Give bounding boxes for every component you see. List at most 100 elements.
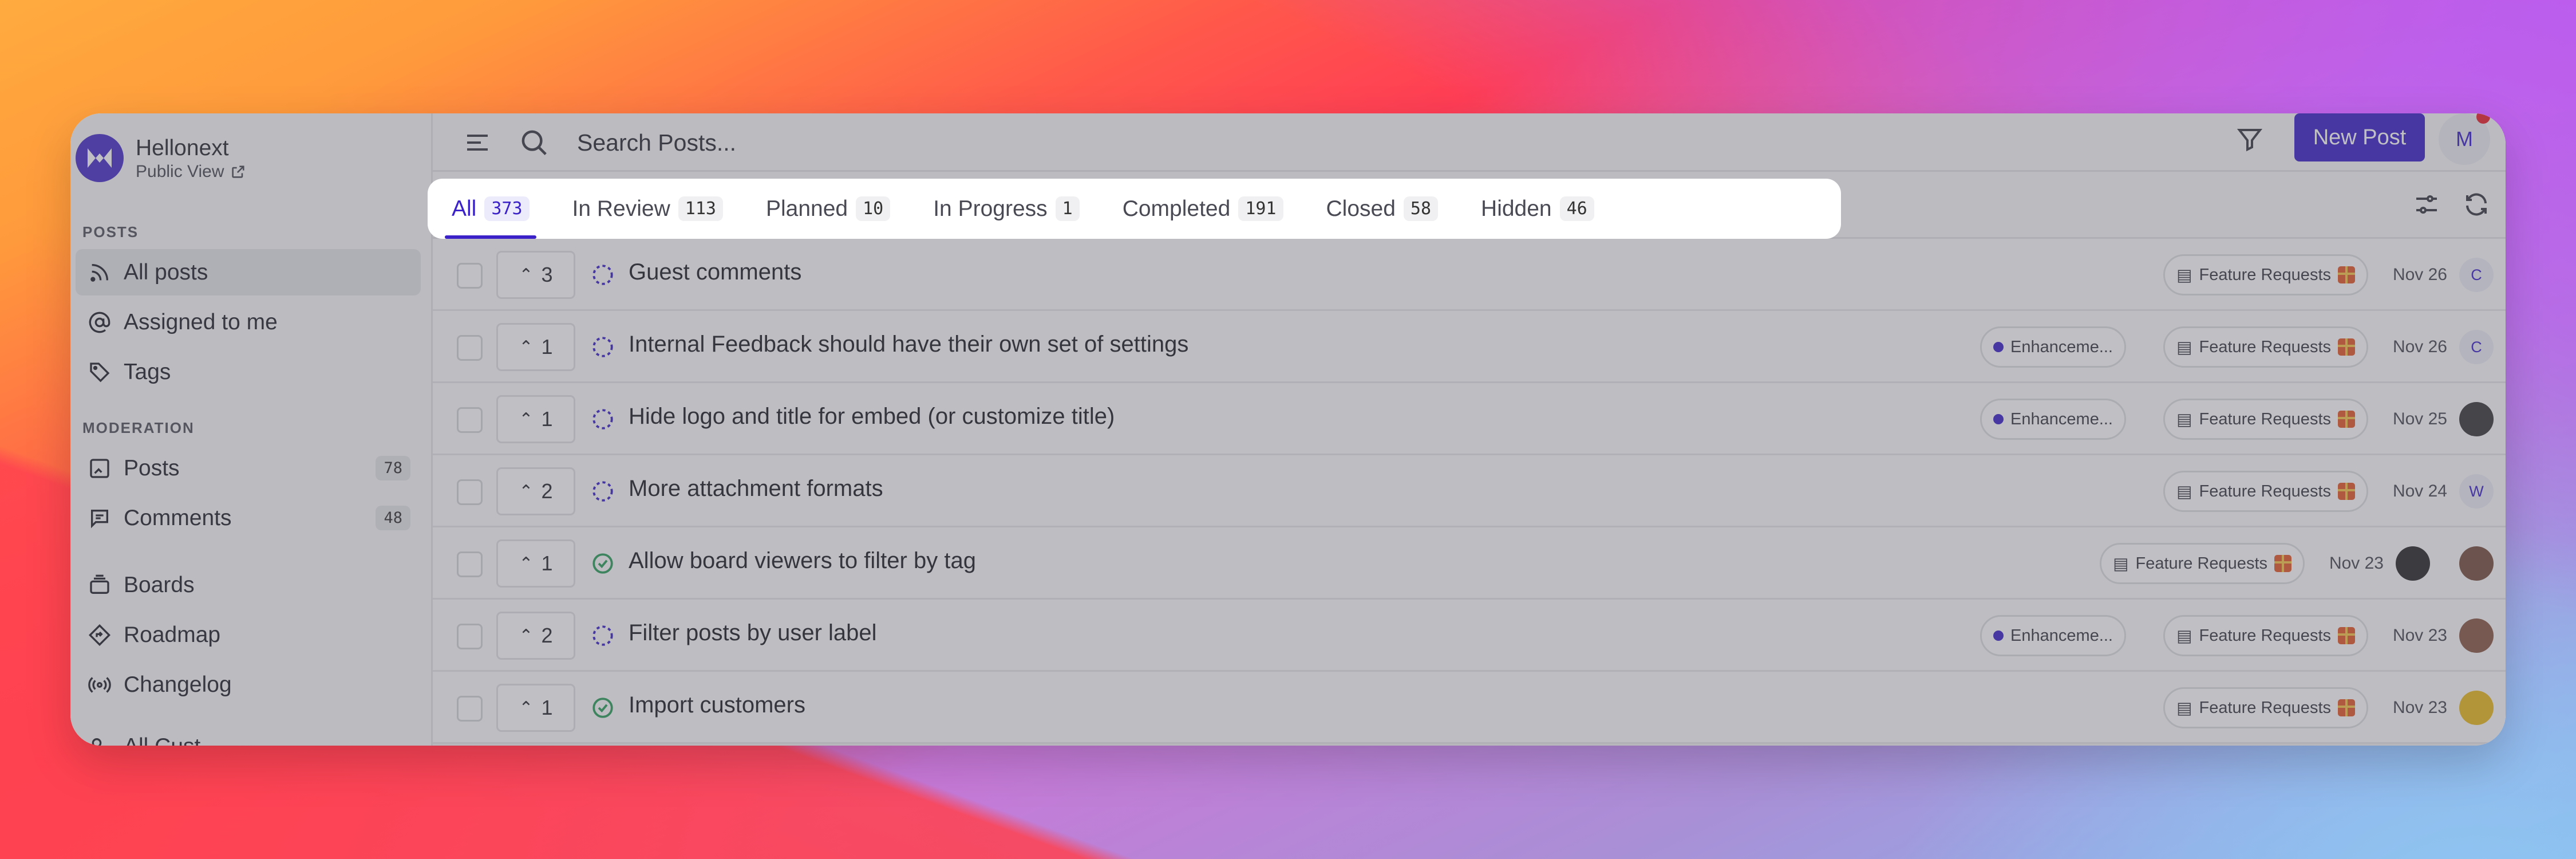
status-tabs: All 373 In Review 113 Planned 10 In Progres…	[428, 179, 1841, 239]
sidebar-item-boards[interactable]: Boards	[76, 562, 421, 608]
board-badge[interactable]: ▤ Feature Requests	[2163, 471, 2368, 512]
new-post-button[interactable]: New Post	[2294, 113, 2425, 161]
post-title[interactable]: More attachment formats	[629, 476, 883, 502]
count-badge: 78	[376, 456, 410, 480]
sidebar-item-moderation-posts[interactable]: Posts 78	[76, 445, 421, 491]
tab-in-review[interactable]: In Review 113	[572, 179, 723, 239]
sidebar-item-label: All Cust...	[124, 734, 219, 746]
rss-icon	[86, 259, 113, 286]
table-row[interactable]: ⌃ 1 Internal Feedback should have their o…	[433, 311, 2506, 383]
post-title[interactable]: Allow board viewers to filter by tag	[629, 548, 976, 574]
search-input[interactable]	[577, 127, 1092, 158]
table-row[interactable]: ⌃ 1 Hide logo and title for embed (or cus…	[433, 383, 2506, 455]
search-icon	[521, 130, 547, 155]
board-label: Feature Requests	[2199, 698, 2331, 717]
table-row[interactable]: ⌃ 2 More attachment formats ▤ Feature Requ…	[433, 455, 2506, 527]
board-badge[interactable]: ▤ Feature Requests	[2163, 254, 2368, 295]
tab-all[interactable]: All 373	[445, 179, 536, 239]
vote-button[interactable]: ⌃ 1	[496, 395, 575, 443]
board-badge[interactable]: ▤ Feature Requests	[2163, 399, 2368, 440]
vote-button[interactable]: ⌃ 2	[496, 612, 575, 660]
menu-icon[interactable]	[464, 129, 491, 156]
tag-icon	[86, 358, 113, 386]
sidebar-item-label: Boards	[124, 572, 195, 597]
brand[interactable]: Hellonext Public View	[76, 134, 246, 182]
chevron-up-icon: ⌃	[519, 482, 534, 501]
vote-button[interactable]: ⌃ 3	[496, 251, 575, 299]
tab-planned[interactable]: Planned 10	[766, 179, 891, 239]
avatar[interactable]: W	[2459, 474, 2494, 509]
tag-badge[interactable]: Enhanceme...	[1980, 399, 2126, 440]
sidebar-item-label: Roadmap	[124, 622, 221, 647]
vote-button[interactable]: ⌃ 1	[496, 323, 575, 371]
gift-icon	[2338, 627, 2355, 644]
refresh-icon[interactable]	[2463, 191, 2490, 218]
avatar[interactable]	[2459, 618, 2494, 653]
avatar[interactable]	[2459, 691, 2494, 725]
post-date: Nov 24	[2392, 482, 2447, 501]
table-row[interactable]: ⌃ 1 Import customers ▤ Feature Requests No…	[433, 672, 2506, 744]
row-checkbox[interactable]	[457, 407, 483, 433]
sidebar-item-changelog[interactable]: Changelog	[76, 661, 421, 708]
board-badge[interactable]: ▤ Feature Requests	[2100, 543, 2305, 584]
board-badge[interactable]: ▤ Feature Requests	[2163, 326, 2368, 368]
tag-badge[interactable]: Enhanceme...	[1980, 615, 2126, 656]
gift-icon	[2338, 411, 2355, 428]
row-checkbox[interactable]	[457, 335, 483, 361]
filter-icon[interactable]	[2236, 125, 2263, 153]
table-row[interactable]: ⌃ 1 Allow board viewers to filter by tag …	[433, 527, 2506, 600]
avatar[interactable]	[2396, 546, 2430, 581]
table-row[interactable]: ⌃ 3 Guest comments ▤ Feature Requests Nov …	[433, 239, 2506, 311]
tab-in-progress[interactable]: In Progress 1	[933, 179, 1080, 239]
avatar[interactable]: C	[2459, 330, 2494, 364]
post-title[interactable]: Filter posts by user label	[629, 620, 877, 646]
vote-button[interactable]: ⌃ 1	[496, 684, 575, 732]
post-date: Nov 26	[2392, 265, 2447, 284]
table-row[interactable]: ⌃ 2 Filter posts by user label Enhanceme.…	[433, 600, 2506, 672]
row-checkbox[interactable]	[457, 551, 483, 577]
row-checkbox[interactable]	[457, 696, 483, 722]
post-date: Nov 25	[2392, 409, 2447, 428]
tab-completed[interactable]: Completed 191	[1123, 179, 1283, 239]
sidebar-item-tags[interactable]: Tags	[76, 349, 421, 395]
row-checkbox[interactable]	[457, 624, 483, 649]
avatar[interactable]: C	[2459, 258, 2494, 292]
sidebar-item-all-posts[interactable]: All posts	[76, 249, 421, 295]
row-checkbox[interactable]	[457, 479, 483, 505]
sidebar-item-assigned[interactable]: Assigned to me	[76, 299, 421, 345]
sidebar-item-comments[interactable]: Comments 48	[76, 495, 421, 541]
vote-count: 1	[541, 335, 553, 358]
chevron-up-icon: ⌃	[519, 337, 534, 357]
post-title[interactable]: Hide logo and title for embed (or custom…	[629, 404, 1115, 430]
sidebar-item-roadmap[interactable]: Roadmap	[76, 612, 421, 658]
board-badge[interactable]: ▤ Feature Requests	[2163, 687, 2368, 728]
board-badge[interactable]: ▤ Feature Requests	[2163, 615, 2368, 656]
board-icon: ▤	[2176, 266, 2192, 285]
sliders-icon[interactable]	[2413, 191, 2440, 218]
tag-dot-icon	[1993, 414, 2004, 424]
tag-label: Enhanceme...	[2010, 409, 2113, 428]
post-title[interactable]: Guest comments	[629, 259, 801, 285]
row-checkbox[interactable]	[457, 263, 483, 289]
top-bar: New Post M	[433, 113, 2506, 172]
post-title[interactable]: Import customers	[629, 692, 805, 718]
avatar[interactable]	[2459, 546, 2494, 581]
sidebar-item-customers[interactable]: All Cust...	[76, 723, 421, 746]
section-posts-label: POSTS	[82, 223, 139, 241]
board-label: Feature Requests	[2199, 265, 2331, 284]
vote-button[interactable]: ⌃ 2	[496, 467, 575, 515]
tab-hidden[interactable]: Hidden 46	[1481, 179, 1594, 239]
tab-label: Hidden	[1481, 196, 1552, 221]
vote-button[interactable]: ⌃ 1	[496, 539, 575, 588]
avatar[interactable]	[2459, 402, 2494, 436]
roadmap-icon	[86, 621, 113, 649]
tab-count: 46	[1559, 196, 1594, 221]
inbox-post-icon	[86, 455, 113, 482]
public-view-link[interactable]: Public View	[136, 162, 246, 182]
tab-count: 191	[1238, 196, 1283, 221]
post-title[interactable]: Internal Feedback should have their own …	[629, 332, 1188, 357]
tab-closed[interactable]: Closed 58	[1326, 179, 1439, 239]
in-review-status-icon	[592, 337, 613, 357]
tag-badge[interactable]: Enhanceme...	[1980, 326, 2126, 368]
completed-status-icon	[592, 553, 613, 574]
